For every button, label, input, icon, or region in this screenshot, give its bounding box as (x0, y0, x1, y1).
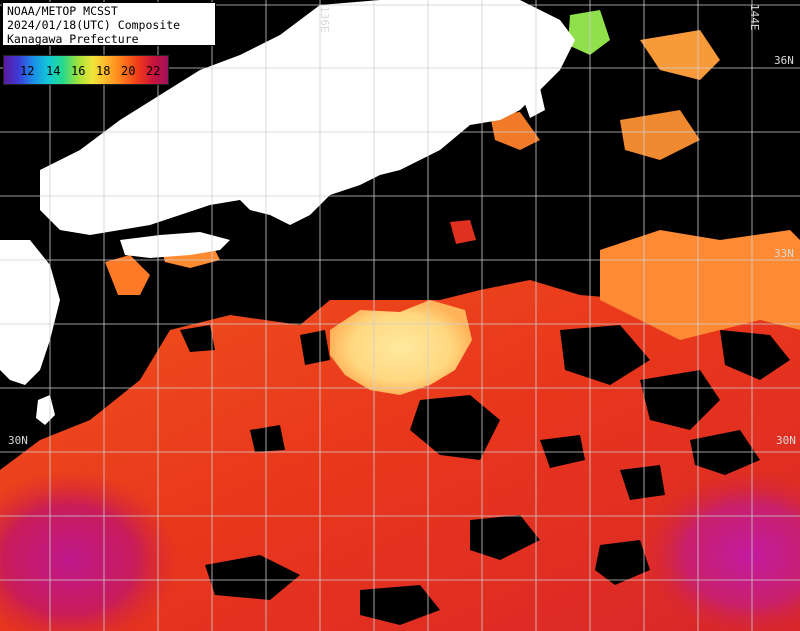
colorbar-tick-18: 18 (96, 64, 111, 78)
title-line-1: NOAA/METOP MCSST (7, 4, 118, 18)
colorbar-tick-12: 12 (20, 64, 35, 78)
grid-label-144e: 144E (748, 4, 761, 31)
title-line-3: Kanagawa Prefecture (7, 32, 139, 46)
title-line-2: 2024/01/18(UTC) Composite (7, 18, 181, 32)
colorbar-tick-16: 16 (71, 64, 86, 78)
colorbar-tick-14: 14 (46, 64, 61, 78)
grid-label-36n: 36N (774, 54, 794, 67)
title-box: NOAA/METOP MCSST 2024/01/18(UTC) Composi… (2, 2, 216, 46)
colorbar-tick-20: 20 (121, 64, 136, 78)
colorbar-tick-22: 22 (146, 64, 161, 78)
colorbar: 12 14 16 18 20 22 (3, 55, 169, 85)
grid-label-33n: 33N (774, 247, 794, 260)
grid-label-30n-left: 30N (8, 434, 28, 447)
grid-label-136e: 136E (318, 6, 331, 33)
sst-map (0, 0, 800, 631)
grid-label-30n-right: 30N (776, 434, 796, 447)
